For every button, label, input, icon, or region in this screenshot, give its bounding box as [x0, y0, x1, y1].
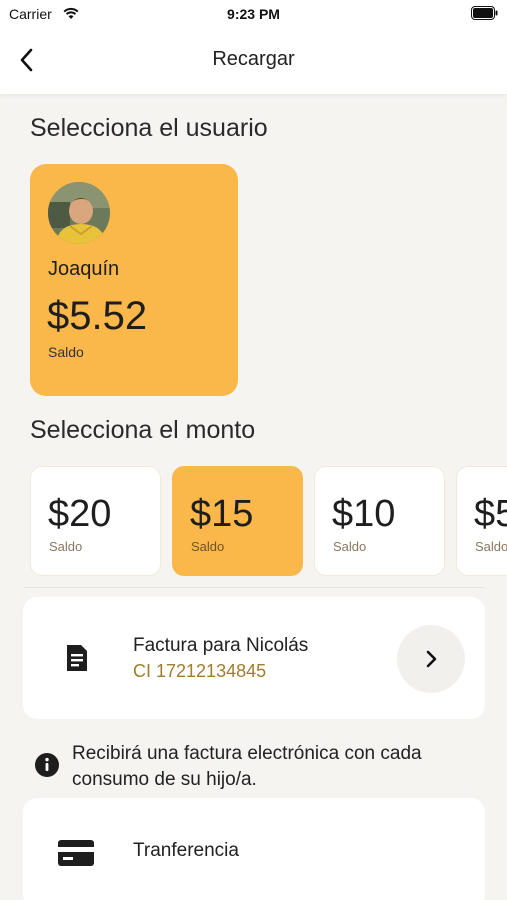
payment-method-label: Tranferencia — [133, 840, 239, 861]
credit-card-icon — [58, 840, 94, 866]
avatar — [48, 182, 110, 244]
invoice-ci: CI 17212134845 — [133, 661, 267, 681]
amount-option-20[interactable]: $20 Saldo — [30, 466, 161, 576]
chevron-right-icon — [426, 650, 437, 668]
amount-option-5[interactable]: $5 Saldo — [456, 466, 507, 576]
user-card-joaquin[interactable]: Joaquín $5.52 Saldo — [30, 164, 238, 396]
amount-value: $20 — [48, 493, 112, 535]
nav-bar: Recargar — [0, 28, 507, 94]
amount-option-10[interactable]: $10 Saldo — [314, 466, 445, 576]
status-time: 9:23 PM — [227, 6, 280, 22]
select-amount-heading: Selecciona el monto — [30, 416, 256, 444]
amount-label: Saldo — [49, 539, 83, 554]
invoice-info-text: Recibirá una factura electrónica con cad… — [72, 743, 422, 790]
page-title: Recargar — [212, 48, 295, 70]
amount-value: $5 — [474, 493, 507, 535]
info-icon — [35, 753, 59, 777]
amount-label: Saldo — [333, 539, 367, 554]
invoice-title: Factura para Nicolás — [133, 635, 309, 656]
status-bar: Carrier 9:23 PM — [0, 0, 507, 28]
divider — [24, 587, 484, 588]
amount-value: $15 — [190, 493, 254, 535]
payment-method-transfer[interactable]: Tranferencia — [23, 798, 485, 900]
amount-option-15[interactable]: $15 Saldo — [172, 466, 303, 576]
invoice-next-button[interactable] — [397, 625, 465, 693]
battery-icon — [471, 6, 498, 20]
receipt-icon — [67, 645, 87, 671]
amount-label: Saldo — [475, 539, 507, 554]
user-balance: $5.52 — [47, 294, 148, 338]
amount-label: Saldo — [191, 539, 225, 554]
select-user-heading: Selecciona el usuario — [30, 114, 268, 142]
user-balance-label: Saldo — [48, 344, 84, 360]
amount-value: $10 — [332, 493, 396, 535]
user-name: Joaquín — [48, 258, 120, 280]
invoice-card[interactable]: Factura para Nicolás CI 17212134845 — [23, 597, 485, 719]
